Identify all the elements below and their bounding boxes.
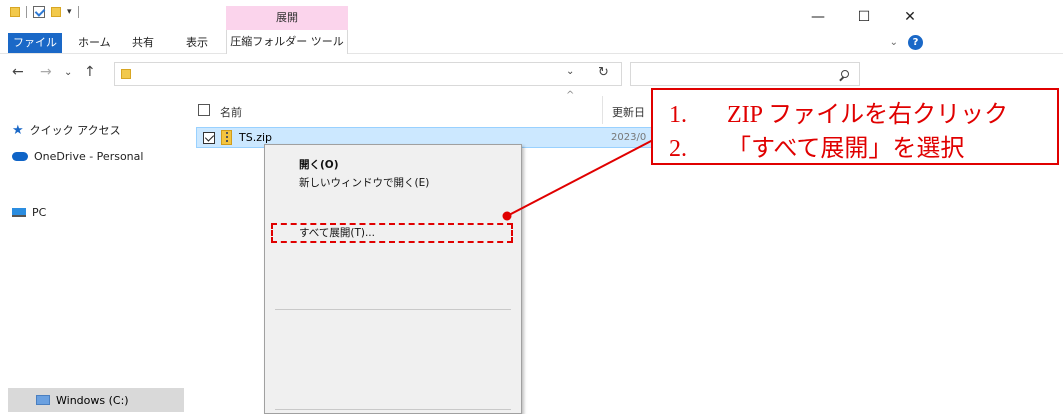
step-number: 2. (669, 136, 687, 162)
step-number: 1. (669, 102, 687, 128)
step-text: ZIP ファイルを右クリック (727, 102, 1009, 128)
annotation-callout: 1. ZIP ファイルを右クリック 2. 「すべて展開」を選択 (651, 88, 1059, 165)
callout-pointer (502, 139, 654, 221)
step-text: 「すべて展開」を選択 (727, 136, 965, 162)
callout-step-2: 2. 「すべて展開」を選択 (669, 128, 964, 163)
callout-step-1: 1. ZIP ファイルを右クリック (669, 94, 1008, 129)
